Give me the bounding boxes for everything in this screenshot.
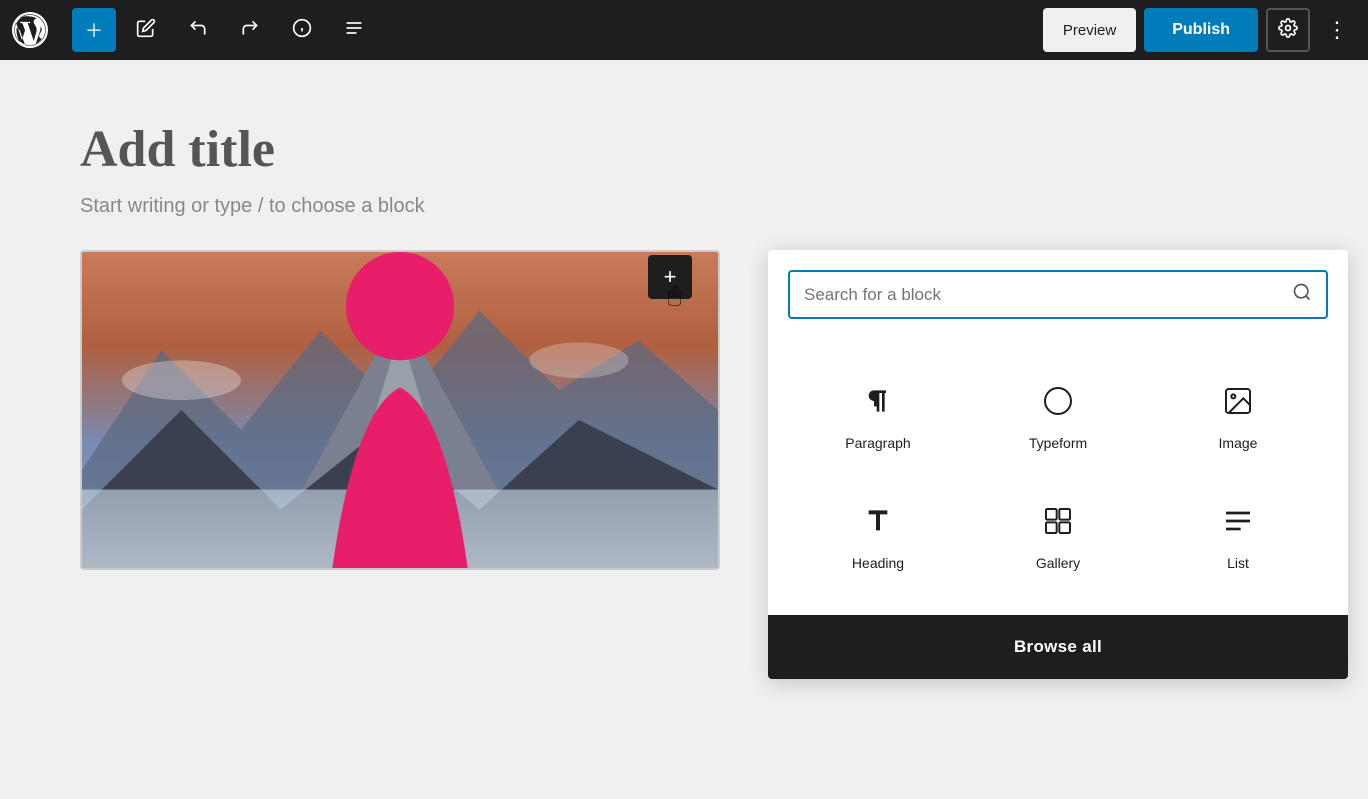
settings-icon (1278, 18, 1298, 43)
block-item-gallery[interactable]: Gallery (968, 475, 1148, 595)
block-inserter-panel: Paragraph Typeform Image (768, 250, 1348, 679)
gallery-label: Gallery (1036, 555, 1080, 571)
settings-button[interactable] (1266, 8, 1310, 52)
redo-icon (240, 18, 260, 43)
post-subtitle[interactable]: Start writing or type / to choose a bloc… (80, 195, 1288, 218)
typeform-label: Typeform (1029, 435, 1087, 451)
more-options-button[interactable]: ⋮ (1318, 17, 1356, 43)
plus-icon-floating: + (664, 264, 677, 290)
editor-area: Add title Start writing or type / to cho… (0, 60, 1368, 799)
publish-button[interactable]: Publish (1144, 8, 1258, 52)
toolbar: ＋ (0, 0, 1368, 60)
browse-all-button[interactable]: Browse all (768, 615, 1348, 679)
search-icon (1292, 282, 1312, 307)
block-search-section (768, 250, 1348, 335)
list-view-icon (344, 18, 364, 43)
block-search-input[interactable] (804, 285, 1284, 305)
image-label: Image (1219, 435, 1258, 451)
more-options-icon: ⋮ (1326, 17, 1348, 43)
post-title[interactable]: Add title (80, 120, 1288, 179)
block-item-paragraph[interactable]: Paragraph (788, 355, 968, 475)
image-icon (1216, 379, 1260, 423)
list-icon (1216, 499, 1260, 543)
paragraph-icon (856, 379, 900, 423)
plus-icon: ＋ (85, 17, 103, 43)
paragraph-label: Paragraph (845, 435, 910, 451)
undo-icon (188, 18, 208, 43)
undo-button[interactable] (176, 8, 220, 52)
block-item-typeform[interactable]: Typeform (968, 355, 1148, 475)
gallery-icon (1036, 499, 1080, 543)
edit-icon (136, 18, 156, 43)
list-label: List (1227, 555, 1249, 571)
block-grid: Paragraph Typeform Image (768, 335, 1348, 615)
add-block-button[interactable]: ＋ (72, 8, 116, 52)
list-view-button[interactable] (332, 8, 376, 52)
wp-logo (0, 0, 60, 60)
heading-label: Heading (852, 555, 904, 571)
block-item-image[interactable]: Image (1148, 355, 1328, 475)
search-input-wrap (788, 270, 1328, 319)
floating-add-block-button[interactable]: + (648, 255, 692, 299)
info-icon (292, 18, 312, 43)
heading-icon (856, 499, 900, 543)
typeform-icon (1036, 379, 1080, 423)
edit-button[interactable] (124, 8, 168, 52)
redo-button[interactable] (228, 8, 272, 52)
info-button[interactable] (280, 8, 324, 52)
block-item-list[interactable]: List (1148, 475, 1328, 595)
block-item-heading[interactable]: Heading (788, 475, 968, 595)
canvas-image (80, 250, 720, 570)
preview-button[interactable]: Preview (1043, 8, 1136, 52)
